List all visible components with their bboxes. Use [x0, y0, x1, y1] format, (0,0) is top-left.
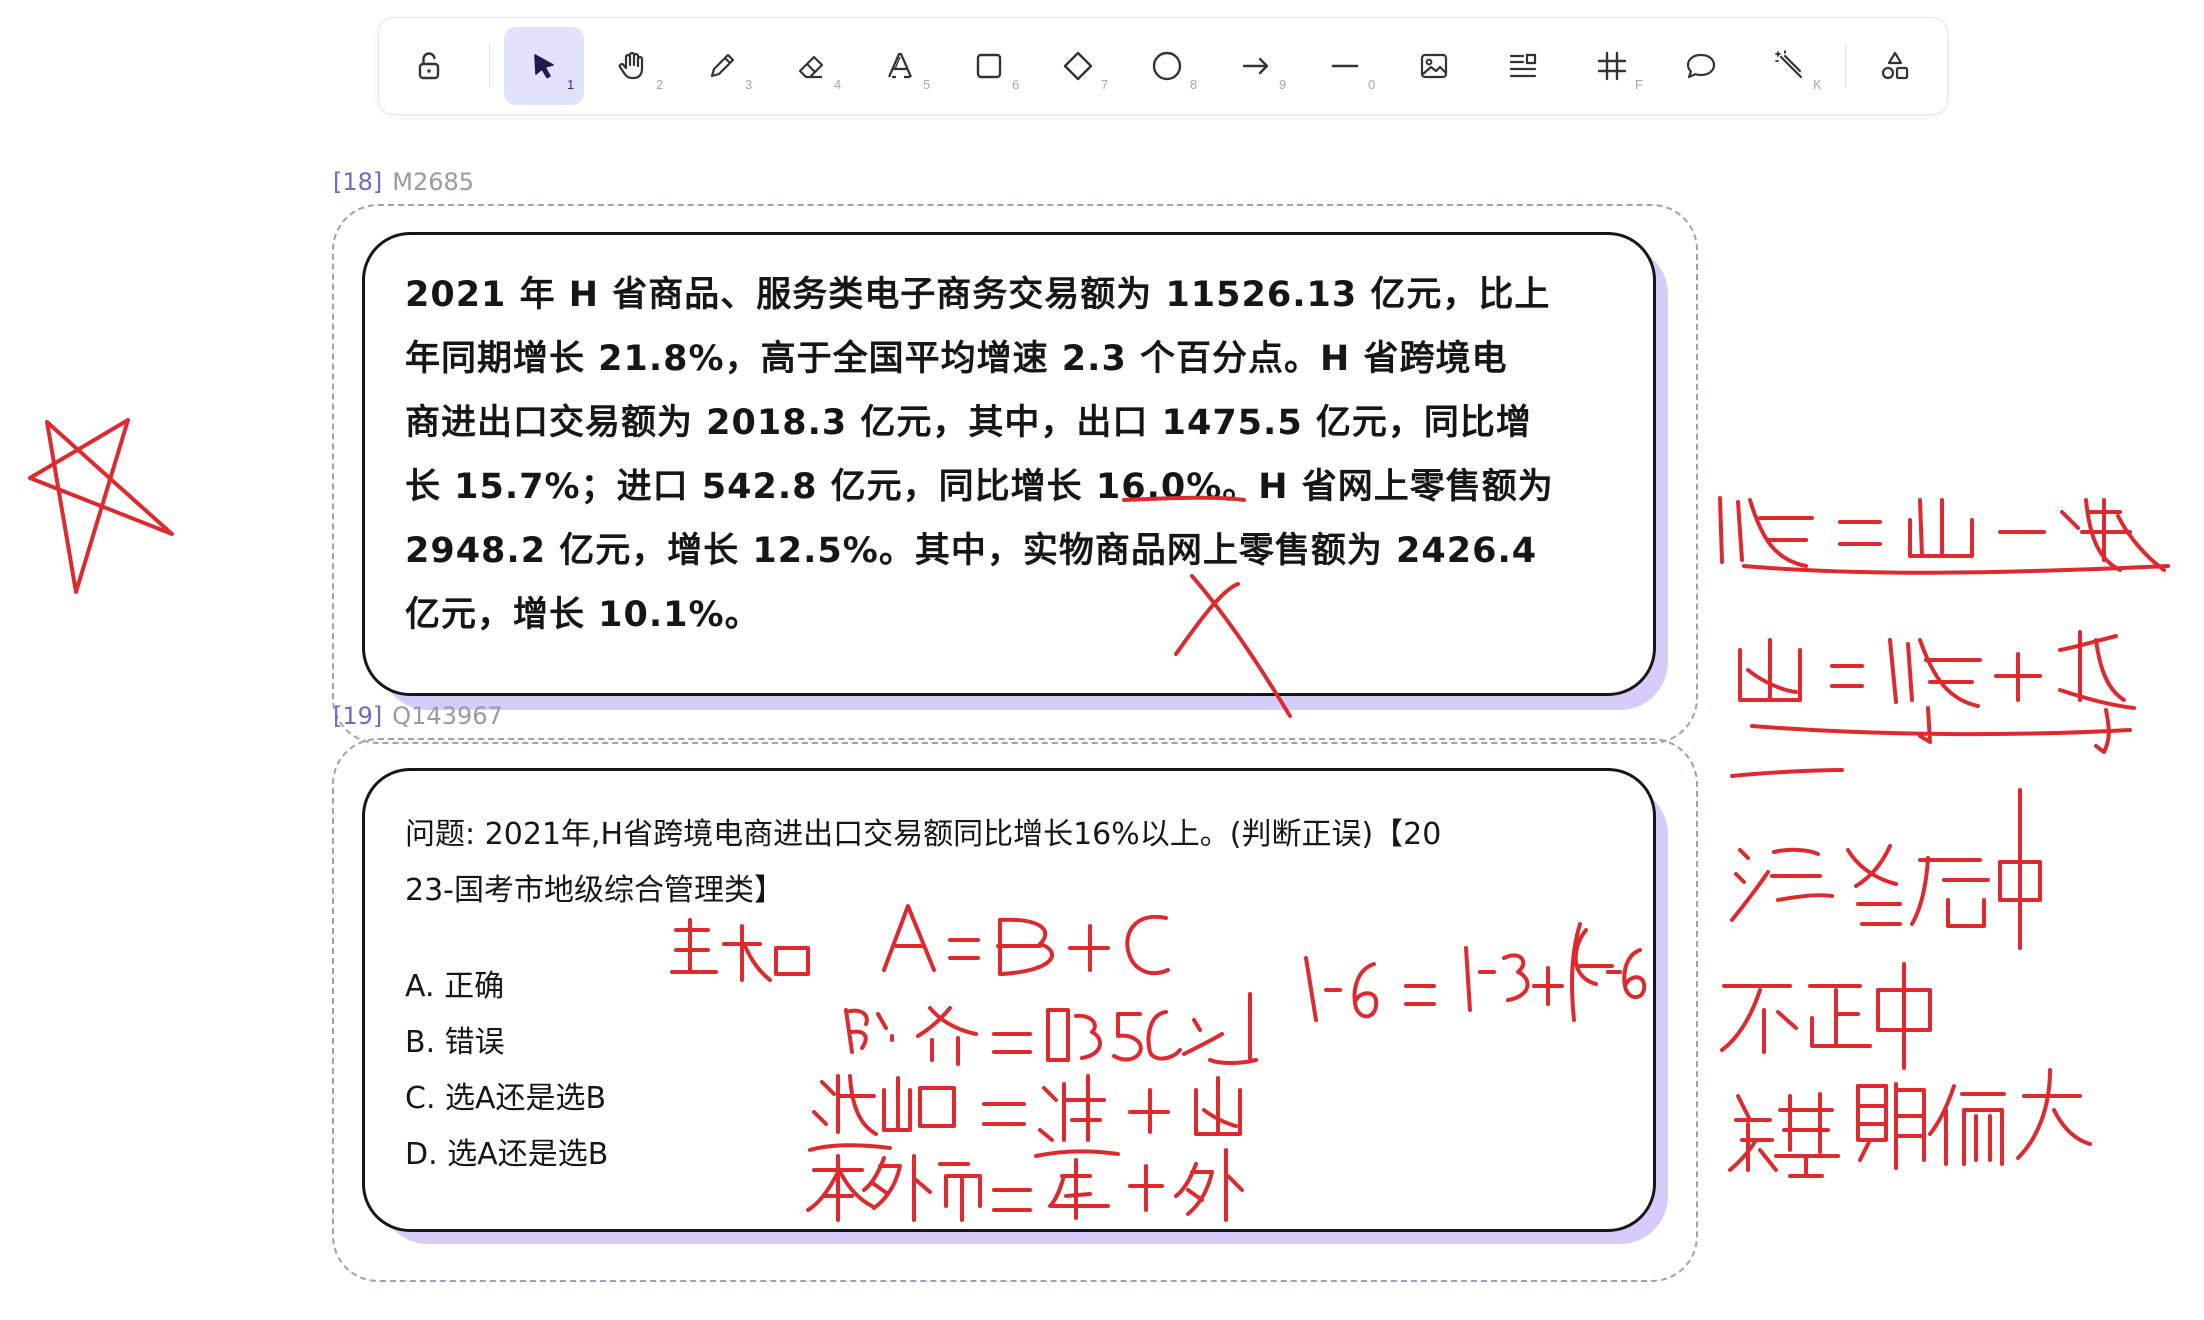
text-icon — [887, 52, 913, 79]
toolbar: 1 2 3 4 5 6 7 8 9 0 F K — [378, 17, 1948, 115]
frame-label-19[interactable]: [19] Q143967 — [333, 702, 503, 730]
pencil-icon — [710, 53, 735, 78]
draw-tool[interactable]: 3 — [682, 27, 762, 105]
frame-id: M2685 — [392, 168, 475, 196]
arrow-tool[interactable]: 9 — [1216, 27, 1296, 105]
option-d[interactable]: D. 选A还是选B — [405, 1127, 1613, 1183]
rectangle-icon — [976, 53, 1002, 79]
frame-index: [19] — [333, 702, 383, 730]
ellipse-tool[interactable]: 8 — [1127, 27, 1207, 105]
frame-index: [18] — [333, 168, 383, 196]
speech-bubble-icon — [1686, 53, 1716, 79]
magic-wand-icon — [1775, 50, 1803, 79]
passage-line: 年同期增长 21.8%，高于全国平均增速 2.3 个百分点。H 省跨境电 — [405, 339, 1508, 379]
image-tool[interactable] — [1394, 27, 1474, 105]
hand-icon — [618, 51, 644, 80]
eraser-icon — [798, 55, 824, 79]
tool-key: 0 — [1368, 77, 1376, 92]
rectangle-tool[interactable]: 6 — [949, 27, 1029, 105]
tool-key: 4 — [834, 77, 842, 92]
ink-note-mixed[interactable] — [1730, 788, 2042, 950]
laser-tool[interactable]: K — [1750, 27, 1830, 105]
tool-key: F — [1635, 77, 1643, 92]
question-card[interactable]: 问题: 2021年,H省跨境电商进出口交易额同比增长16%以上。(判断正误)【2… — [362, 768, 1656, 1232]
line-tool[interactable]: 0 — [1305, 27, 1385, 105]
select-tool[interactable]: 1 — [504, 27, 584, 105]
passage-card[interactable]: 2021 年 H 省商品、服务类电子商务交易额为 11526.13 亿元，比上 … — [362, 232, 1656, 696]
embed-tool[interactable] — [1483, 27, 1563, 105]
ink-star[interactable] — [28, 418, 174, 594]
line-icon — [1331, 64, 1359, 68]
ink-note-not-center[interactable] — [1720, 962, 1932, 1070]
tool-key: 8 — [1190, 77, 1198, 92]
toolbar-divider — [489, 44, 490, 88]
tool-key: 1 — [567, 77, 575, 92]
image-icon — [1420, 53, 1448, 79]
library-button[interactable] — [1855, 27, 1935, 105]
question-line: 23-国考市地级综合管理类】 — [405, 873, 784, 908]
lock-button[interactable] — [389, 27, 469, 105]
tool-key: 9 — [1279, 77, 1287, 92]
passage-line: 2021 年 H 省商品、服务类电子商务交易额为 11526.13 亿元，比上 — [405, 275, 1551, 315]
passage-line: 亿元，增长 10.1%。 — [405, 595, 761, 635]
tool-key: K — [1813, 77, 1822, 92]
frame-id: Q143967 — [392, 702, 503, 730]
option-c[interactable]: C. 选A还是选B — [405, 1071, 1613, 1127]
select-pointer-icon — [534, 54, 554, 79]
shapes-library-icon — [1881, 51, 1909, 80]
option-a[interactable]: A. 正确 — [405, 959, 1613, 1015]
eraser-tool[interactable]: 4 — [771, 27, 851, 105]
option-b[interactable]: B. 错误 — [405, 1015, 1613, 1071]
diamond-tool[interactable]: 7 — [1038, 27, 1118, 105]
tool-key: 7 — [1101, 77, 1109, 92]
question-text: 问题: 2021年,H省跨境电商进出口交易额同比增长16%以上。(判断正误)【2… — [405, 807, 1613, 919]
passage-line: 商进出口交易额为 2018.3 亿元，其中，出口 1475.5 亿元，同比增 — [405, 403, 1532, 443]
ink-note-trade-surplus[interactable] — [1718, 496, 2170, 575]
ink-note-base-period[interactable] — [1728, 1068, 2092, 1178]
passage-line: 2948.2 亿元，增长 12.5%。其中，实物商品网上零售额为 2426.4 — [405, 531, 1538, 571]
comment-tool[interactable] — [1661, 27, 1741, 105]
ink-separator[interactable] — [1730, 768, 1844, 778]
diamond-icon — [1063, 51, 1093, 81]
frame-tool[interactable]: F — [1572, 27, 1652, 105]
unlock-icon — [418, 52, 440, 80]
tool-key: 5 — [923, 77, 931, 92]
tool-key: 2 — [656, 77, 664, 92]
frame-hash-icon — [1597, 51, 1627, 81]
tool-key: 6 — [1012, 77, 1020, 92]
ink-note-export[interactable] — [1738, 630, 2136, 754]
ellipse-icon — [1152, 51, 1182, 81]
text-tool[interactable]: 5 — [860, 27, 940, 105]
tool-key: 3 — [745, 77, 753, 92]
question-line: 问题: 2021年,H省跨境电商进出口交易额同比增长16%以上。(判断正误)【2… — [405, 817, 1442, 852]
passage-line: 长 15.7%；进口 542.8 亿元，同比增长 16.0%。H 省网上零售额为 — [405, 467, 1554, 507]
hand-tool[interactable]: 2 — [593, 27, 673, 105]
arrow-right-icon — [1242, 57, 1269, 75]
embed-icon — [1509, 53, 1537, 78]
toolbar-divider — [1845, 44, 1846, 88]
frame-label-18[interactable]: [18] M2685 — [333, 168, 474, 196]
